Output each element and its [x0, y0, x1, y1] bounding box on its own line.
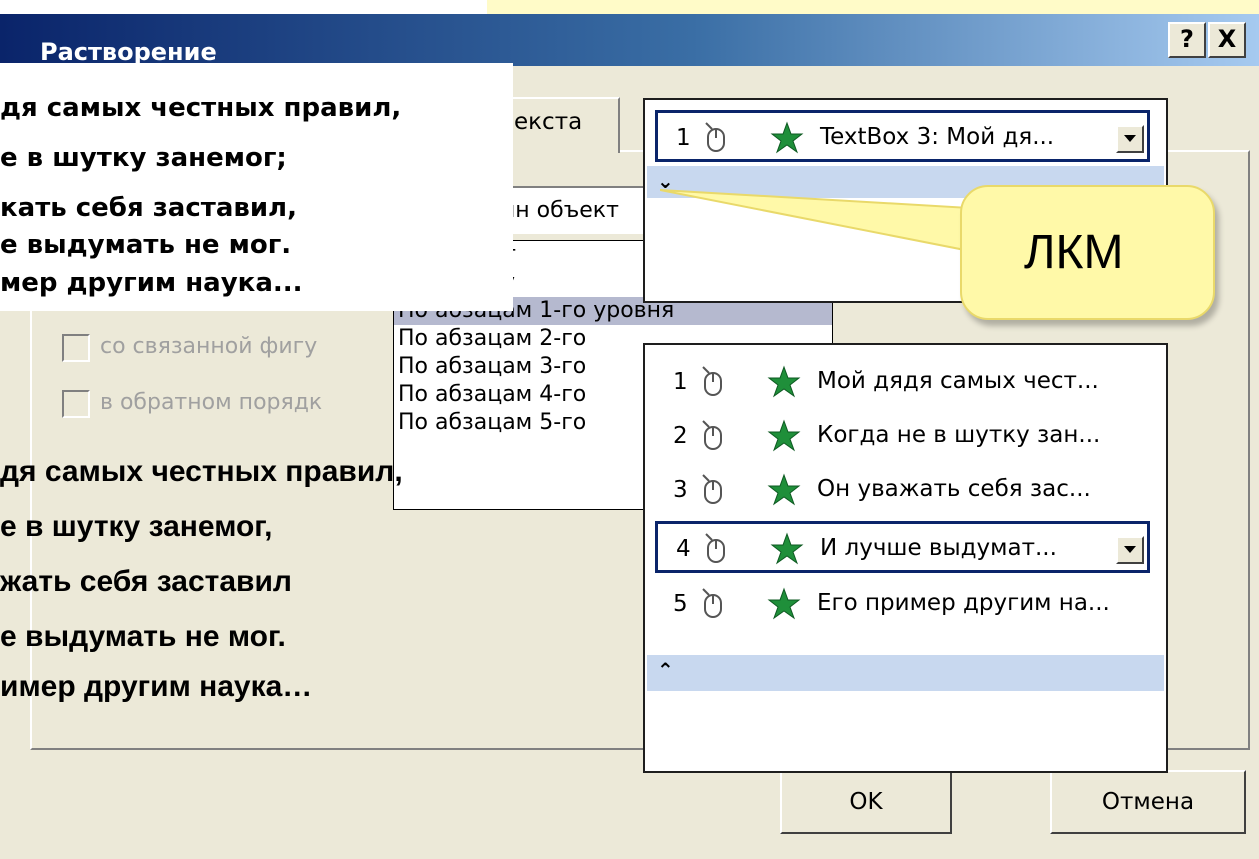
- mouse-click-icon: [702, 474, 722, 504]
- chevron-down-icon: [1124, 546, 1136, 553]
- animation-item[interactable]: 1 Мой дядя самых чест...: [655, 357, 1150, 409]
- poem-line: е в шутку занемог;: [0, 143, 287, 173]
- entrance-effect-star-icon: [767, 473, 801, 506]
- entrance-effect-star-icon: [767, 587, 801, 620]
- item-label: И лучше выдумат...: [820, 535, 1057, 561]
- item-number: 2: [673, 423, 688, 449]
- dialog-titlebar: Растворение: [0, 14, 1259, 66]
- lkm-callout: ЛКМ: [960, 185, 1215, 320]
- poem-line: имер другим наука…: [0, 670, 313, 703]
- linked-shape-checkbox[interactable]: [62, 334, 90, 362]
- poem-line: е выдумать не мог.: [0, 620, 286, 653]
- item-number: 1: [673, 369, 688, 395]
- entrance-effect-star-icon: [767, 365, 801, 398]
- item-number: 4: [676, 536, 691, 562]
- item-label: Его пример другим на...: [817, 590, 1110, 616]
- animation-item-selected[interactable]: 4 И лучше выдумат...: [655, 521, 1150, 573]
- help-button[interactable]: ?: [1168, 22, 1206, 58]
- animation-item[interactable]: 2 Когда не в шутку зан...: [655, 411, 1150, 463]
- poem-line: мер другим наука...: [0, 268, 303, 298]
- callout-pointer: [660, 189, 972, 252]
- poem-line: е в шутку занемог,: [0, 510, 273, 543]
- mouse-click-icon: [702, 588, 722, 618]
- mouse-click-icon: [705, 533, 725, 563]
- item-label: Когда не в шутку зан...: [817, 422, 1101, 448]
- dialog-title: Растворение: [40, 38, 217, 66]
- animation-item[interactable]: 1 TextBox 3: Мой дя...: [655, 110, 1150, 162]
- mouse-click-icon: [702, 420, 722, 450]
- entrance-effect-star-icon: [767, 419, 801, 452]
- item-number: 1: [676, 125, 691, 151]
- cancel-button[interactable]: Отмена: [1050, 770, 1246, 834]
- poem-line: дя самых честных правил,: [0, 455, 403, 488]
- animation-pane-expanded: 1 Мой дядя самых чест... 2 Когда не в шу…: [643, 343, 1168, 773]
- poem-preview-card: дя самых честных правил, е в шутку занем…: [0, 63, 513, 311]
- group-text-value: ин объект: [501, 198, 619, 223]
- reverse-order-checkbox[interactable]: [62, 390, 90, 418]
- mouse-click-icon: [705, 122, 725, 152]
- linked-shape-label: со связанной фигу: [100, 334, 318, 359]
- item-label: Он уважать себя зас...: [817, 476, 1091, 502]
- entrance-effect-star-icon: [770, 121, 804, 154]
- poem-line: е выдумать не мог.: [0, 230, 292, 260]
- close-button[interactable]: X: [1208, 22, 1246, 58]
- reverse-order-label: в обратном порядк: [100, 390, 323, 415]
- callout-top-edge: [487, 0, 1259, 14]
- poem-line: кать себя заставил,: [0, 193, 297, 223]
- animation-item[interactable]: 3 Он уважать себя зас...: [655, 465, 1150, 517]
- item-dropdown-button[interactable]: [1116, 125, 1144, 153]
- item-label: TextBox 3: Мой дя...: [820, 124, 1055, 150]
- slide-background-top: [0, 0, 487, 14]
- animation-item[interactable]: 5 Его пример другим на...: [655, 579, 1150, 631]
- item-label: Мой дядя самых чест...: [817, 368, 1099, 394]
- poem-line: жать себя заставил: [0, 565, 292, 598]
- tab-label: екста: [514, 109, 583, 135]
- tab-text-animation[interactable]: екста: [500, 97, 620, 153]
- chevron-down-icon: [1124, 135, 1136, 142]
- mouse-click-icon: [702, 366, 722, 396]
- collapse-bar[interactable]: ⌃: [647, 655, 1164, 691]
- ok-button[interactable]: OK: [780, 770, 952, 834]
- item-number: 3: [673, 477, 688, 503]
- poem-line: дя самых честных правил,: [0, 93, 402, 123]
- callout-text: ЛКМ: [1024, 226, 1124, 279]
- double-chevron-up-icon: ⌃: [657, 658, 674, 682]
- item-dropdown-button[interactable]: [1116, 536, 1144, 564]
- item-number: 5: [673, 591, 688, 617]
- entrance-effect-star-icon: [770, 532, 804, 565]
